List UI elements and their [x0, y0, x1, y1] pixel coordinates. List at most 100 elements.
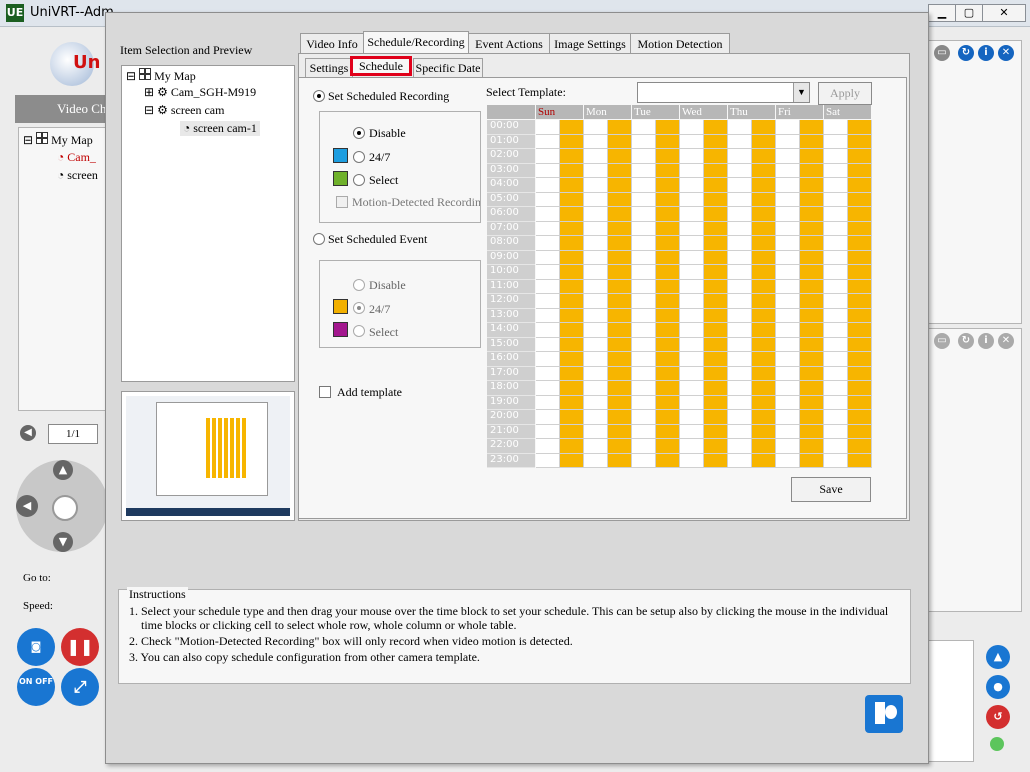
schedule-cell[interactable] [800, 149, 824, 164]
schedule-cell[interactable] [848, 207, 872, 222]
tab-image-settings[interactable]: Image Settings [549, 33, 631, 54]
time-row-header[interactable]: 19:00 [487, 395, 535, 410]
schedule-cell[interactable] [704, 337, 728, 352]
schedule-cell[interactable] [800, 395, 824, 410]
schedule-cell[interactable] [752, 453, 776, 468]
schedule-cell[interactable] [848, 192, 872, 207]
schedule-cell[interactable] [752, 134, 776, 149]
subtab-specific-date[interactable]: Specific Date [413, 58, 483, 78]
schedule-cell[interactable] [824, 453, 848, 468]
schedule-cell[interactable] [560, 395, 584, 410]
schedule-cell[interactable] [800, 207, 824, 222]
schedule-cell[interactable] [560, 424, 584, 439]
schedule-cell[interactable] [560, 337, 584, 352]
schedule-cell[interactable] [608, 337, 632, 352]
schedule-cell[interactable] [704, 294, 728, 309]
schedule-cell[interactable] [848, 134, 872, 149]
template-select[interactable]: ▼ [637, 82, 810, 103]
bell-icon[interactable]: ▲ [986, 645, 1010, 669]
schedule-cell[interactable] [824, 279, 848, 294]
schedule-cell[interactable] [656, 323, 680, 338]
schedule-cell[interactable] [656, 178, 680, 193]
schedule-cell[interactable] [560, 410, 584, 425]
schedule-cell[interactable] [656, 439, 680, 454]
schedule-cell[interactable] [776, 250, 800, 265]
time-row-header[interactable]: 13:00 [487, 308, 535, 323]
schedule-cell[interactable] [800, 453, 824, 468]
schedule-cell[interactable] [584, 308, 608, 323]
time-row-header[interactable]: 08:00 [487, 236, 535, 251]
schedule-cell[interactable] [536, 236, 560, 251]
schedule-cell[interactable] [776, 134, 800, 149]
schedule-cell[interactable] [656, 149, 680, 164]
schedule-cell[interactable] [800, 236, 824, 251]
ptz-up-icon[interactable]: ▲ [53, 460, 73, 480]
schedule-cell[interactable] [824, 120, 848, 135]
grid-corner[interactable] [487, 105, 535, 119]
schedule-cell[interactable] [704, 207, 728, 222]
schedule-cell[interactable] [632, 366, 656, 381]
schedule-cell[interactable] [728, 250, 752, 265]
schedule-cell[interactable] [728, 424, 752, 439]
schedule-cell[interactable] [752, 294, 776, 309]
schedule-cell[interactable] [560, 323, 584, 338]
schedule-cell[interactable] [608, 163, 632, 178]
schedule-cell[interactable] [560, 352, 584, 367]
schedule-cell[interactable] [560, 439, 584, 454]
schedule-cell[interactable] [752, 352, 776, 367]
schedule-cell[interactable] [632, 439, 656, 454]
close-video-icon[interactable]: ✕ [998, 45, 1014, 61]
schedule-cell[interactable] [632, 149, 656, 164]
schedule-cell[interactable] [752, 192, 776, 207]
schedule-cell[interactable] [680, 439, 704, 454]
save-button[interactable]: Save [791, 477, 871, 502]
time-row-header[interactable]: 09:00 [487, 250, 535, 265]
schedule-cell[interactable] [704, 366, 728, 381]
schedule-cell[interactable] [656, 207, 680, 222]
schedule-cell[interactable] [536, 381, 560, 396]
schedule-cell[interactable] [752, 424, 776, 439]
schedule-cell[interactable] [632, 236, 656, 251]
schedule-cell[interactable] [584, 323, 608, 338]
schedule-cell[interactable] [608, 352, 632, 367]
schedule-cell[interactable] [800, 323, 824, 338]
schedule-cell[interactable] [584, 424, 608, 439]
schedule-cell[interactable] [776, 453, 800, 468]
schedule-cell[interactable] [584, 149, 608, 164]
schedule-cell[interactable] [848, 439, 872, 454]
schedule-cell[interactable] [752, 236, 776, 251]
schedule-cell[interactable] [632, 178, 656, 193]
tab-schedule-recording[interactable]: Schedule/Recording [363, 31, 469, 54]
schedule-cell[interactable] [824, 250, 848, 265]
schedule-cell[interactable] [584, 453, 608, 468]
schedule-cell[interactable] [608, 366, 632, 381]
schedule-cell[interactable] [776, 395, 800, 410]
schedule-cell[interactable] [680, 337, 704, 352]
schedule-cell[interactable] [704, 265, 728, 280]
schedule-cell[interactable] [752, 439, 776, 454]
schedule-cell[interactable] [848, 308, 872, 323]
schedule-cell[interactable] [704, 236, 728, 251]
schedule-cell[interactable] [608, 265, 632, 280]
time-row-header[interactable]: 11:00 [487, 279, 535, 294]
schedule-cell[interactable] [560, 120, 584, 135]
refresh-icon[interactable]: ↻ [958, 45, 974, 61]
schedule-cell[interactable] [560, 207, 584, 222]
minimize-button[interactable]: ▁ [928, 4, 956, 22]
prev-page-icon[interactable]: ◀ [20, 425, 36, 441]
schedule-cell[interactable] [848, 221, 872, 236]
schedule-cell[interactable] [824, 410, 848, 425]
time-row-header[interactable]: 18:00 [487, 381, 535, 396]
snapshot-icon[interactable]: ◙ [17, 628, 55, 666]
left-tree-root[interactable]: ⊟ My Map [23, 132, 93, 148]
schedule-cell[interactable] [704, 410, 728, 425]
schedule-cell[interactable] [848, 163, 872, 178]
schedule-cell[interactable] [776, 366, 800, 381]
schedule-cell[interactable] [680, 178, 704, 193]
schedule-cell[interactable] [680, 453, 704, 468]
schedule-cell[interactable] [776, 221, 800, 236]
schedule-cell[interactable] [536, 149, 560, 164]
schedule-cell[interactable] [680, 250, 704, 265]
schedule-cell[interactable] [728, 308, 752, 323]
schedule-cell[interactable] [752, 279, 776, 294]
